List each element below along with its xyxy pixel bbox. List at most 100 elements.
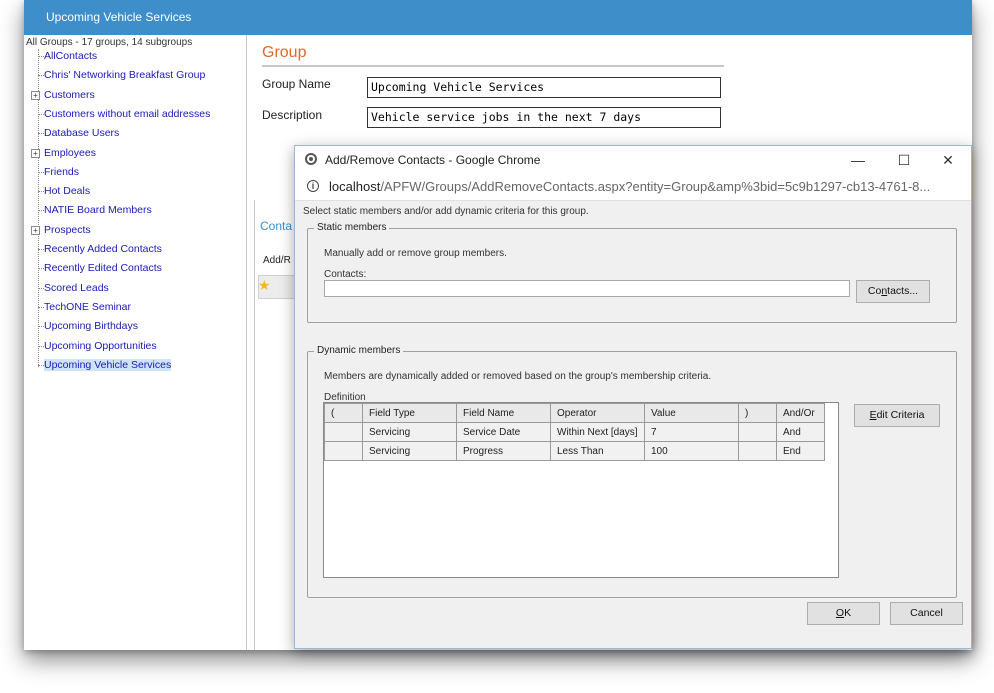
dialog-titlebar: Add/Remove Contacts - Google Chrome — ☐ … (295, 146, 971, 174)
contacts-button-label-a: Co (867, 285, 882, 297)
static-members-legend: Static members (314, 222, 390, 233)
sidebar-item-label: NATIE Board Members (44, 204, 152, 217)
sidebar-item[interactable]: NATIE Board Members (38, 203, 152, 217)
sidebar-item[interactable]: Upcoming Opportunities (38, 339, 157, 353)
sidebar-item[interactable]: Upcoming Birthdays (38, 319, 138, 333)
sidebar-item-label: Customers (44, 88, 95, 101)
edit-button-label-a: E (869, 409, 877, 421)
sidebar-item[interactable]: Database Users (38, 126, 119, 140)
sidebar-item-label: AllContacts (44, 50, 98, 62)
table-cell: Less Than (550, 441, 645, 461)
sidebar-item[interactable]: TechONE Seminar (38, 300, 131, 314)
table-cell: And (776, 422, 825, 442)
tree-branch (38, 306, 44, 308)
table-cell (738, 422, 777, 442)
column-header[interactable]: Field Type (362, 403, 457, 423)
sidebar-item-label: Upcoming Birthdays (44, 320, 138, 333)
description-field[interactable]: Vehicle service jobs in the next 7 days (367, 107, 721, 128)
page-title: Group (262, 44, 307, 61)
expand-icon[interactable]: + (31, 148, 40, 158)
tab-contacts[interactable]: Conta (260, 219, 292, 233)
group-tree-sidebar: All Groups - 17 groups, 14 subgroups All… (24, 35, 247, 650)
tree-branch (38, 326, 44, 328)
column-header[interactable]: And/Or (776, 403, 825, 423)
star-icon[interactable]: ★ (258, 277, 271, 294)
sidebar-item[interactable]: Upcoming Vehicle Services (38, 358, 172, 372)
table-cell: Servicing (362, 441, 457, 461)
tree-branch (38, 364, 44, 366)
table-cell: Service Date (456, 422, 551, 442)
close-button[interactable]: ✕ (933, 150, 963, 170)
maximize-button[interactable]: ☐ (889, 150, 919, 170)
sidebar-item[interactable]: Scored Leads (38, 281, 109, 295)
sidebar-item[interactable]: + Employees (31, 146, 96, 160)
column-header[interactable]: Operator (550, 403, 645, 423)
group-name-field[interactable]: Upcoming Vehicle Services (367, 77, 721, 98)
sidebar-item[interactable]: Chris' Networking Breakfast Group (38, 68, 205, 82)
sidebar-item[interactable]: + Prospects (31, 223, 91, 237)
table-cell: Servicing (362, 422, 457, 442)
dialog-instruction: Select static members and/or add dynamic… (303, 206, 589, 217)
ok-button[interactable]: OK (807, 602, 880, 625)
url-text[interactable]: localhost/APFW/Groups/AddRemoveContacts.… (329, 179, 930, 194)
tree-branch (38, 249, 44, 250)
static-members-description: Manually add or remove group members. (324, 248, 507, 259)
sidebar-item-label: Recently Added Contacts (44, 243, 162, 255)
sidebar-item-label: TechONE Seminar (44, 300, 131, 313)
table-cell (324, 441, 363, 461)
url-path: /APFW/Groups/AddRemoveContacts.aspx?enti… (380, 179, 931, 194)
contacts-button-label-c: tacts... (887, 285, 919, 297)
table-row[interactable]: Servicing Service Date Within Next [days] 7… (324, 422, 825, 442)
criteria-grid[interactable]: (Field Type Field Name Operator Value) And/O… (323, 402, 839, 578)
sidebar-item[interactable]: Recently Edited Contacts (38, 261, 162, 275)
ok-label-a: O (835, 607, 845, 619)
title-divider (262, 65, 724, 67)
column-header[interactable]: Field Name (456, 403, 551, 423)
sidebar-item-label: Scored Leads (44, 281, 109, 294)
sidebar-item[interactable]: Customers without email addresses (38, 107, 210, 121)
chrome-icon (305, 153, 317, 165)
sidebar-item-label: Database Users (44, 127, 120, 140)
info-icon[interactable]: i (307, 180, 319, 192)
sidebar-item[interactable]: Hot Deals (38, 184, 90, 198)
sidebar-item-label: Friends (44, 165, 80, 178)
sidebar-item-label: Upcoming Vehicle Services (44, 358, 172, 371)
sidebar-item-label: Employees (44, 146, 96, 159)
sidebar-item[interactable]: + Customers (31, 88, 95, 102)
description-label: Description (262, 108, 323, 122)
app-header: Upcoming Vehicle Services (24, 0, 972, 35)
sidebar-item-label: Hot Deals (44, 185, 91, 198)
contacts-field[interactable] (324, 280, 850, 297)
table-cell: Within Next [days] (550, 422, 645, 442)
sidebar-item-label: Customers without email addresses (44, 107, 211, 120)
sidebar-item[interactable]: AllContacts (38, 49, 97, 63)
table-cell: End (776, 441, 825, 461)
tree-branch (38, 268, 44, 270)
tree-branch (38, 133, 44, 135)
edit-criteria-button[interactable]: Edit Criteria (854, 404, 940, 427)
contacts-button[interactable]: Contacts... (856, 280, 930, 303)
group-name-label: Group Name (262, 77, 331, 91)
minimize-button[interactable]: — (843, 150, 873, 170)
column-header[interactable]: ( (324, 403, 363, 423)
tree-branch (38, 191, 44, 193)
table-cell (738, 441, 777, 461)
tree-branch (38, 345, 44, 347)
address-bar[interactable]: i localhost/APFW/Groups/AddRemoveContact… (295, 174, 971, 201)
tree-branch (38, 113, 44, 115)
table-row[interactable]: Servicing Progress Less Than 100 End (324, 441, 825, 461)
expand-icon[interactable]: + (31, 90, 40, 100)
add-remove-link[interactable]: Add/R (263, 255, 291, 266)
url-host: localhost (329, 179, 381, 194)
ok-label-b: K (844, 607, 852, 619)
tree-branch (38, 210, 44, 212)
sidebar-item[interactable]: Recently Added Contacts (38, 242, 162, 256)
sidebar-item-label: Upcoming Opportunities (44, 339, 157, 352)
column-header[interactable]: Value (644, 403, 739, 423)
cancel-button[interactable]: Cancel (890, 602, 963, 625)
contacts-label: Contacts: (324, 269, 367, 280)
expand-icon[interactable]: + (31, 225, 40, 235)
sidebar-item[interactable]: Friends (38, 165, 79, 179)
sidebar-item-label: Chris' Networking Breakfast Group (44, 69, 206, 82)
column-header[interactable]: ) (738, 403, 777, 423)
